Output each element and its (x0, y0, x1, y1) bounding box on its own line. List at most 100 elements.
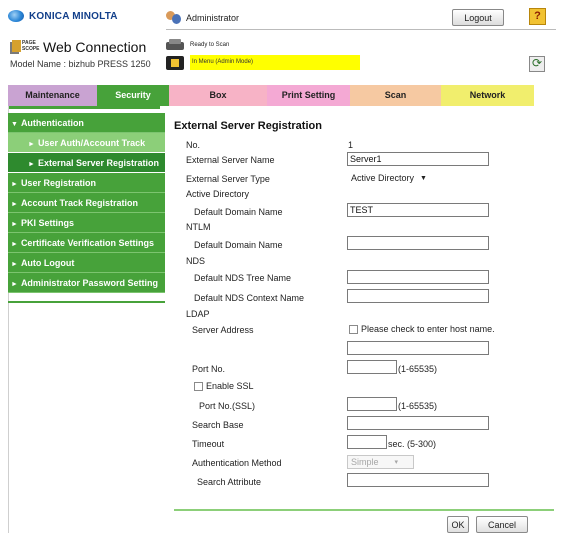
ad-domain-input[interactable] (347, 203, 489, 217)
active-directory-heading: Active Directory (186, 189, 250, 199)
users-icon (166, 11, 182, 25)
sidebar-bottom-line (8, 301, 165, 303)
ntlm-domain-label: Default Domain Name (194, 240, 283, 250)
nds-heading: NDS (186, 256, 206, 266)
sidebar-item-label: PKI Settings (20, 218, 74, 228)
form-footer-divider (174, 509, 554, 511)
sidebar-item-authentication[interactable]: ▼ Authentication (8, 113, 165, 133)
no-value: 1 (348, 140, 354, 150)
auth-method-value: Simple (351, 457, 379, 467)
port-range-hint: (1-65535) (398, 364, 438, 374)
help-icon[interactable]: ? (529, 8, 546, 25)
konica-minolta-logo: KONICA MINOLTA (8, 8, 118, 24)
sidebar-item-auto-logout[interactable]: ► Auto Logout (8, 253, 165, 273)
status-text: Ready to Scan (190, 42, 230, 48)
tab-maintenance[interactable]: Maintenance (8, 85, 97, 106)
arrow-right-icon: ► (11, 201, 18, 208)
logout-button[interactable]: Logout (452, 9, 504, 26)
tab-network[interactable]: Network (441, 85, 534, 106)
ntlm-domain-input[interactable] (347, 236, 489, 250)
machine-status: Ready to Scan (166, 38, 229, 52)
nds-tree-label: Default NDS Tree Name (194, 273, 292, 283)
nds-context-label: Default NDS Context Name (194, 293, 305, 303)
sidebar-item-label: Administrator Password Setting (20, 278, 158, 288)
search-base-label: Search Base (192, 420, 244, 430)
sidebar-item-external-server-registration[interactable]: ► External Server Registration (8, 153, 165, 173)
no-label: No. (186, 140, 201, 150)
port-ssl-label: Port No.(SSL) (199, 401, 256, 411)
port-ssl-input[interactable] (347, 397, 397, 411)
nds-tree-input[interactable] (347, 270, 489, 284)
expanded-arrow-icon: ▼ (11, 121, 18, 128)
server-address-input[interactable] (347, 341, 489, 355)
sidebar-item-user-registration[interactable]: ► User Registration (8, 173, 165, 193)
host-name-checkbox[interactable] (349, 325, 358, 334)
pagescope-text: PAGE SCOPE (22, 39, 40, 52)
timeout-label: Timeout (192, 439, 225, 449)
user-name: Administrator (186, 13, 240, 23)
sidebar-item-label: User Registration (20, 178, 96, 188)
arrow-right-icon: ► (11, 241, 18, 248)
current-user: Administrator (166, 11, 239, 25)
sidebar-item-certificate-verification-settings[interactable]: ► Certificate Verification Settings (8, 233, 165, 253)
port-ssl-range-hint: (1-65535) (398, 401, 438, 411)
timeout-range-hint: sec. (5-300) (388, 439, 437, 449)
sidebar-item-label: Account Track Registration (20, 198, 138, 208)
ntlm-heading: NTLM (186, 222, 211, 232)
refresh-icon[interactable]: ⟳ (529, 56, 545, 72)
dropdown-arrow-icon: ▾ (394, 459, 399, 466)
sidebar-item-label: Auto Logout (20, 258, 75, 268)
sidebar-item-user-auth-account-track[interactable]: ► User Auth/Account Track (8, 133, 165, 153)
ldap-heading: LDAP (186, 309, 210, 319)
port-label: Port No. (192, 364, 226, 374)
header-divider (166, 29, 556, 30)
enable-ssl-checkbox[interactable] (194, 382, 203, 391)
main-tabs: Maintenance Security Box Print Setting S… (8, 85, 534, 106)
host-name-checkbox-label: Please check to enter host name. (361, 324, 495, 334)
ok-button[interactable]: OK (447, 516, 469, 533)
sidebar-item-label: Certificate Verification Settings (20, 238, 154, 248)
search-base-input[interactable] (347, 416, 489, 430)
tab-box[interactable]: Box (169, 85, 267, 106)
nds-context-input[interactable] (347, 289, 489, 303)
server-type-select[interactable]: Active Directory ▼ (348, 171, 440, 185)
tab-scan[interactable]: Scan (350, 85, 441, 106)
server-name-input[interactable] (347, 152, 489, 166)
arrow-right-icon: ► (11, 281, 18, 288)
sidebar-item-administrator-password-setting[interactable]: ► Administrator Password Setting (8, 273, 165, 293)
ad-domain-label: Default Domain Name (194, 207, 283, 217)
port-input[interactable] (347, 360, 397, 374)
enable-ssl-label: Enable SSL (206, 381, 254, 391)
web-connection-logo: PAGE SCOPE Web Connection (10, 38, 146, 56)
sidebar-item-label: User Auth/Account Track (37, 138, 146, 148)
arrow-right-icon: ► (28, 141, 35, 148)
timeout-input[interactable] (347, 435, 387, 449)
active-tab-underline (8, 106, 160, 109)
page-title: External Server Registration (174, 120, 322, 132)
dropdown-arrow-icon: ▼ (420, 174, 427, 182)
auth-method-select[interactable]: Simple ▾ (347, 455, 414, 469)
server-address-label: Server Address (192, 325, 254, 335)
arrow-right-icon: ► (11, 221, 18, 228)
mode-status: In Menu (Admin Mode) (166, 55, 360, 70)
server-type-value: Active Directory (351, 173, 415, 183)
search-attribute-input[interactable] (347, 473, 489, 487)
pagescope-book-icon: PAGE SCOPE (10, 39, 40, 55)
cancel-button[interactable]: Cancel (476, 516, 528, 533)
auth-method-label: Authentication Method (192, 458, 282, 468)
arrow-right-icon: ► (28, 161, 35, 168)
sidebar-item-label: External Server Registration (37, 158, 159, 168)
mode-status-bar: In Menu (Admin Mode) (190, 55, 360, 70)
server-name-label: External Server Name (186, 155, 275, 165)
server-type-label: External Server Type (186, 174, 270, 184)
admin-mode-icon (166, 55, 184, 70)
sidebar-item-label: Authentication (20, 118, 84, 128)
tab-security[interactable]: Security (97, 85, 169, 106)
tab-print-setting[interactable]: Print Setting (267, 85, 350, 106)
brand-name: KONICA MINOLTA (29, 10, 118, 22)
scanner-icon (166, 38, 184, 52)
sidebar-item-pki-settings[interactable]: ► PKI Settings (8, 213, 165, 233)
search-attribute-label: Search Attribute (197, 477, 262, 487)
sidebar-item-account-track-registration[interactable]: ► Account Track Registration (8, 193, 165, 213)
konica-minolta-globe-icon (8, 10, 24, 22)
